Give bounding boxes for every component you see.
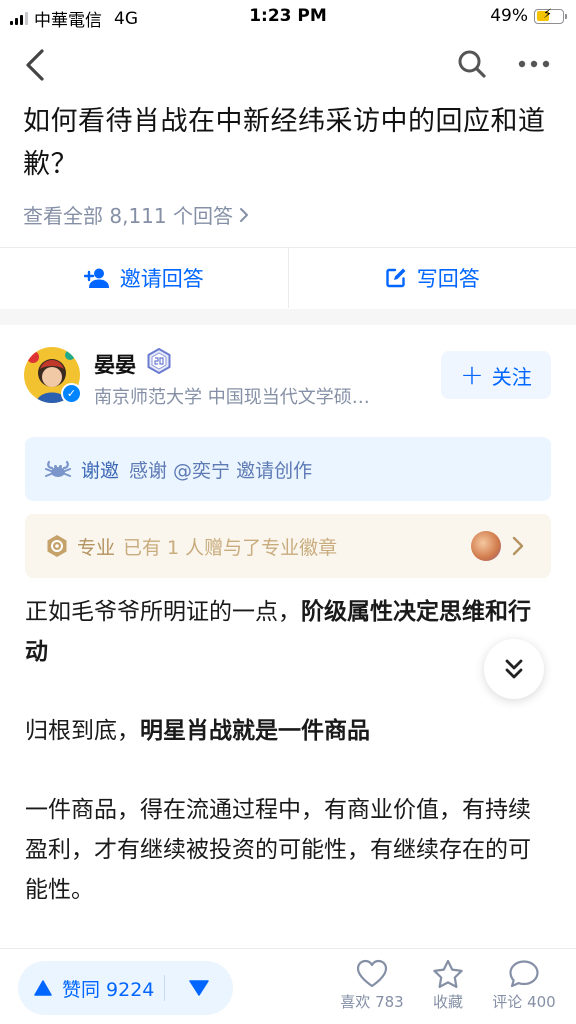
paragraph-text: 正如毛爷爷所明证的一点， — [25, 599, 301, 625]
like-label: 喜欢 783 — [340, 993, 404, 1011]
invite-thanks-card: 谢邀 感谢 @奕宁 邀请创作 — [25, 437, 551, 501]
upvote-button[interactable]: 赞同 9224 — [18, 975, 164, 1002]
author-name[interactable]: 晏晏 — [94, 349, 136, 379]
plus-icon: + — [460, 358, 484, 391]
edit-icon — [386, 268, 406, 288]
chevron-right-icon — [239, 207, 248, 222]
nav-bar — [0, 42, 576, 88]
author-bio: 南京师范大学 中国现当代文学硕… — [94, 387, 370, 408]
follow-label: 关注 — [491, 364, 532, 389]
expand-answer-button[interactable] — [484, 639, 544, 699]
more-dots-icon — [518, 60, 550, 68]
search-icon — [458, 50, 486, 78]
star-icon — [433, 959, 463, 988]
write-answer-label: 写回答 — [416, 267, 480, 291]
status-bar: 中華電信 4G 1:23 PM 49% ⚡ — [0, 0, 576, 34]
comment-button[interactable]: 评论 400 — [489, 959, 559, 1012]
annual-badge-icon[interactable] — [146, 347, 172, 375]
more-button[interactable] — [514, 52, 554, 76]
comment-bubble-icon — [509, 960, 539, 988]
answer-content: 正如毛爷爷所明证的一点，阶级属性决定思维和行动 归根到底，明星肖战就是一件商品 … — [25, 592, 545, 949]
battery-percent: 49% — [490, 6, 528, 26]
professional-badge-icon — [47, 535, 67, 557]
battery-icon: ⚡ — [534, 6, 567, 24]
invite-text: 感谢 @奕宁 邀请创作 — [129, 459, 313, 482]
chevron-left-icon — [26, 49, 44, 81]
comment-label: 评论 400 — [492, 993, 556, 1011]
charging-bolt-icon: ⚡ — [543, 6, 553, 22]
badge-text: 已有 1 人赠与了专业徽章 — [123, 536, 338, 559]
badge-2018-icon — [147, 347, 171, 375]
favorite-button[interactable]: 收藏 — [413, 959, 483, 1012]
downvote-button[interactable] — [165, 980, 233, 996]
heart-icon — [356, 959, 388, 988]
triangle-down-icon — [189, 980, 209, 996]
question-actions: 邀请回答 写回答 — [0, 248, 576, 308]
invite-prefix: 谢邀 — [81, 459, 120, 482]
view-all-answers-link[interactable]: 查看全部 8,111 个回答 — [23, 200, 249, 229]
double-chevron-down-icon — [505, 659, 523, 679]
section-separator — [0, 309, 576, 325]
crab-icon — [45, 460, 71, 477]
paragraph-text: 归根到底， — [25, 718, 140, 744]
upvote-label: 赞同 9224 — [62, 978, 155, 1001]
triangle-up-icon — [34, 980, 52, 996]
gifter-avatar — [471, 531, 501, 561]
vote-pill: 赞同 9224 — [18, 961, 233, 1015]
paragraph-bold-text: 明星肖战就是一件商品 — [140, 718, 370, 744]
answer-paragraph: 正如毛爷爷所明证的一点，阶级属性决定思维和行动 — [25, 592, 545, 672]
professional-badge-card[interactable]: 专业 已有 1 人赠与了专业徽章 — [25, 514, 551, 578]
verified-badge-icon: ✓ — [61, 383, 82, 404]
like-button[interactable]: 喜欢 783 — [337, 959, 407, 1012]
chevron-right-icon — [512, 536, 524, 556]
answer-paragraph: 一件商品，得在流通过程中，有商业价值，有持续盈利，才有继续被投资的可能性，有继续… — [25, 797, 531, 903]
invite-answer-label: 邀请回答 — [119, 267, 204, 291]
status-right: 49% ⚡ — [490, 6, 567, 26]
question-title[interactable]: 如何看待肖战在中新经纬采访中的回应和道歉？ — [23, 100, 558, 186]
add-user-icon — [83, 268, 109, 288]
follow-button[interactable]: + 关注 — [441, 351, 551, 399]
view-all-label: 查看全部 8,111 个回答 — [23, 204, 233, 228]
invite-answer-button[interactable]: 邀请回答 — [0, 248, 288, 308]
back-button[interactable] — [22, 47, 52, 83]
answer-paragraph: 归根到底，明星肖战就是一件商品 — [25, 711, 545, 751]
bottom-action-bar: 赞同 9224 喜欢 783 收藏 评论 400 — [0, 948, 576, 1024]
favorite-label: 收藏 — [432, 993, 463, 1011]
search-button[interactable] — [456, 48, 488, 80]
badge-label: 专业 — [77, 536, 116, 559]
write-answer-button[interactable]: 写回答 — [289, 248, 576, 308]
